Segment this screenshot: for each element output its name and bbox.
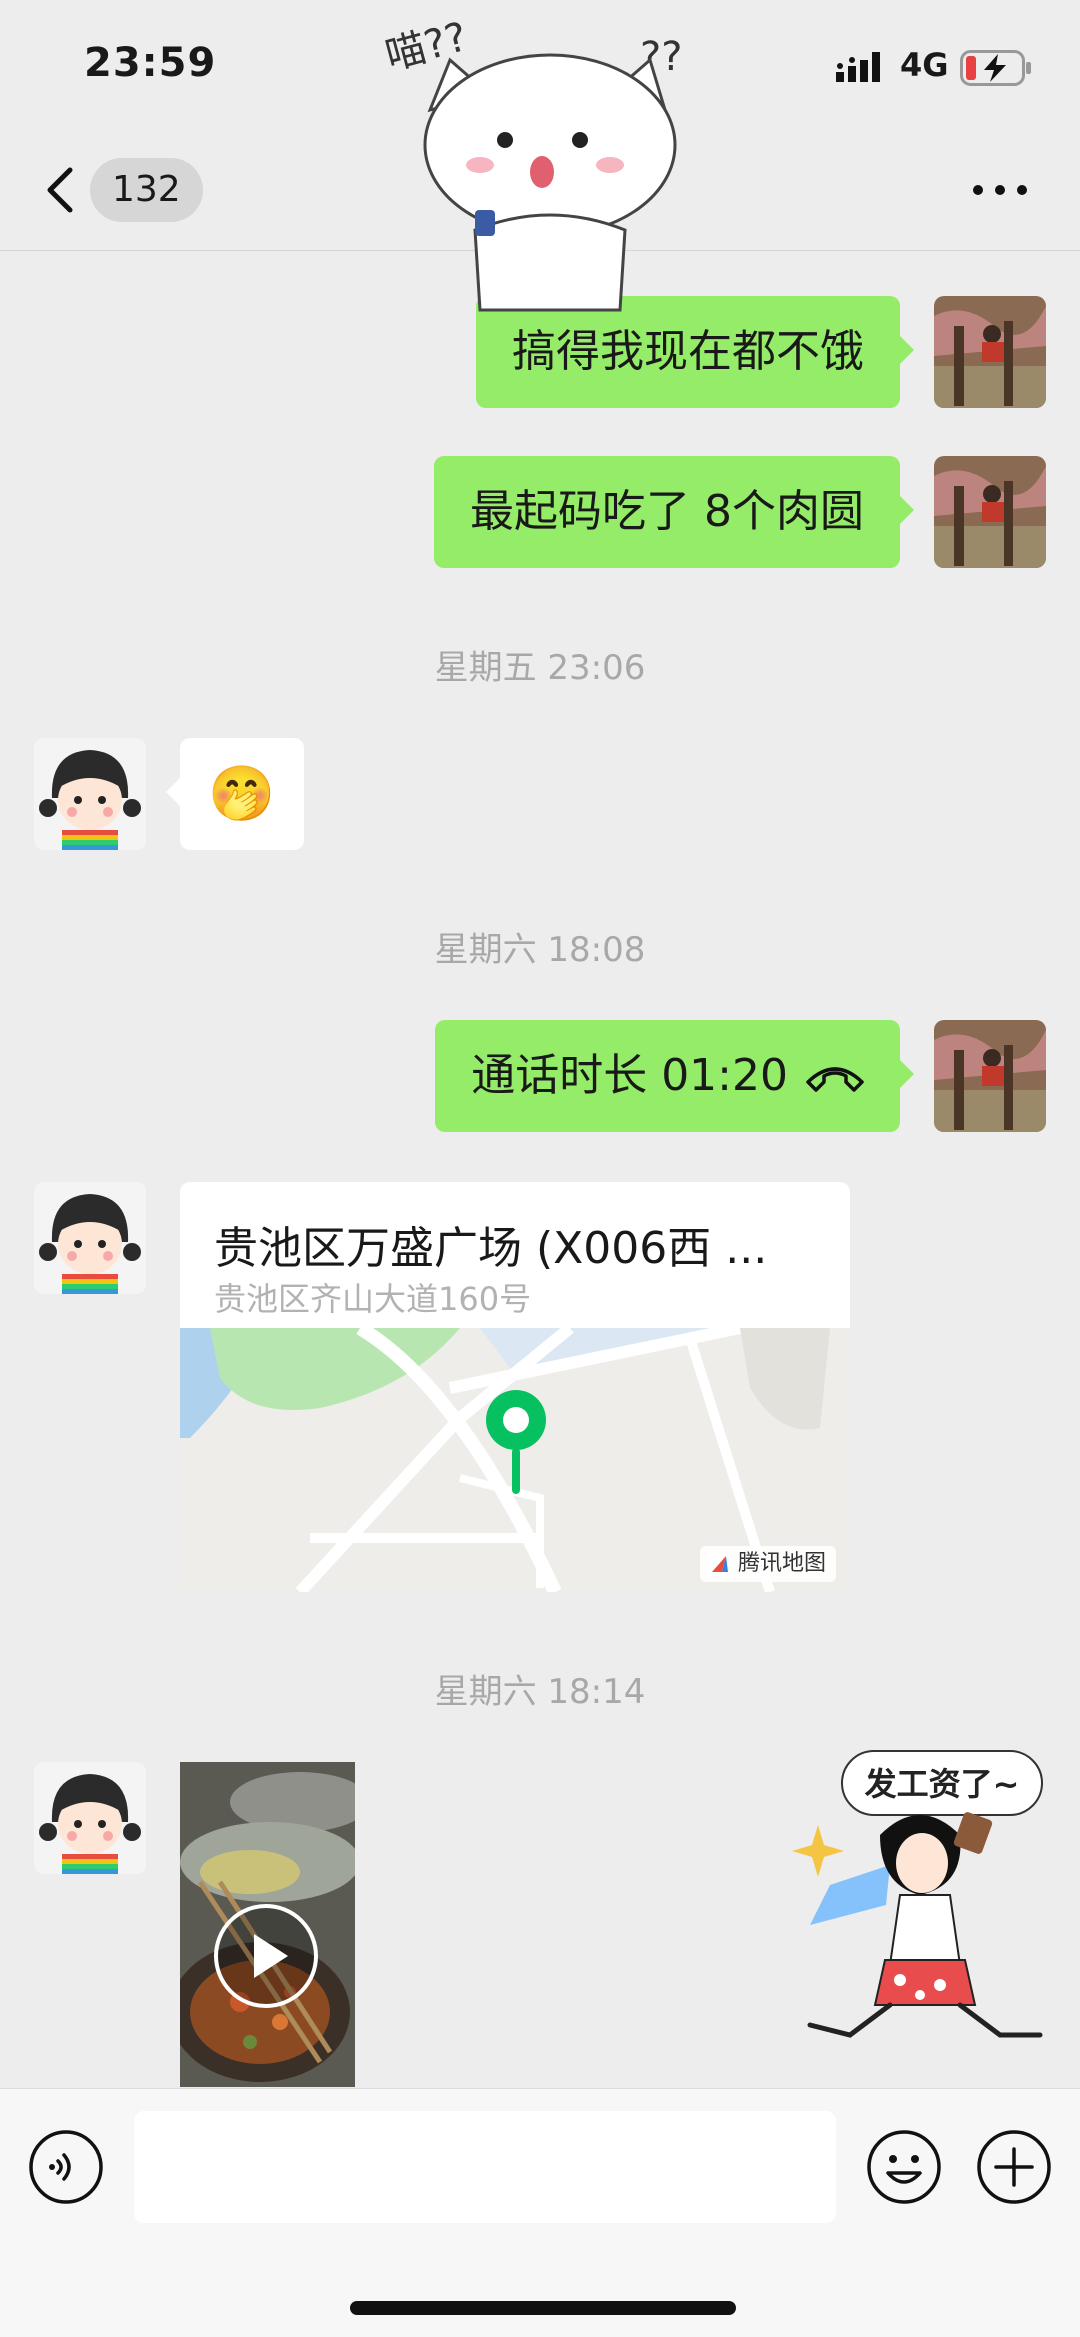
my-avatar[interactable] bbox=[934, 1020, 1046, 1132]
contact-avatar[interactable] bbox=[34, 1762, 146, 1874]
tencent-map-icon bbox=[707, 1552, 732, 1576]
my-avatar[interactable] bbox=[934, 456, 1046, 568]
location-title: 贵池区万盛广场 (X006西 ... bbox=[214, 1223, 768, 1274]
play-icon[interactable] bbox=[212, 1902, 320, 2010]
message-timestamp: 星期六 18:08 bbox=[434, 930, 646, 970]
network-type: 4G bbox=[900, 46, 949, 84]
location-pin-icon bbox=[486, 1390, 546, 1494]
home-indicator[interactable] bbox=[350, 2301, 736, 2315]
location-message-card[interactable]: 贵池区万盛广场 (X006西 ... 贵池区齐山大道160号 腾讯地图 bbox=[180, 1182, 850, 1592]
my-avatar[interactable] bbox=[934, 296, 1046, 408]
video-message[interactable] bbox=[180, 1762, 355, 2087]
emoji-message[interactable]: 🤭 bbox=[166, 738, 304, 850]
call-record-bubble[interactable]: 通话时长 01:20 bbox=[435, 1020, 914, 1132]
message-timestamp: 星期六 18:14 bbox=[434, 1672, 646, 1712]
sticker-message[interactable]: 发工资了~ bbox=[790, 1735, 1060, 2055]
contact-avatar[interactable] bbox=[34, 1182, 146, 1294]
location-address: 贵池区齐山大道160号 bbox=[214, 1280, 532, 1318]
back-icon[interactable] bbox=[40, 164, 80, 216]
unread-count-badge[interactable]: 132 bbox=[90, 158, 203, 222]
more-options-icon[interactable] bbox=[970, 170, 1030, 210]
signal-icon bbox=[836, 52, 880, 82]
phone-hangup-icon bbox=[806, 1067, 864, 1092]
emoji-icon[interactable] bbox=[866, 2129, 942, 2205]
sticker-caption: 发工资了~ bbox=[865, 1765, 1020, 1803]
battery-icon bbox=[960, 50, 1031, 86]
map-provider-text: 腾讯地图 bbox=[737, 1551, 826, 1576]
message-bubble-out[interactable]: 最起码吃了 8个肉圆 bbox=[434, 456, 914, 568]
cat-sticker: 喵?? ?? bbox=[381, 14, 682, 312]
add-more-icon[interactable] bbox=[976, 2129, 1052, 2205]
message-timestamp: 星期五 23:06 bbox=[434, 648, 646, 688]
message-input[interactable] bbox=[134, 2111, 836, 2223]
chat-input-bar bbox=[0, 2088, 1080, 2337]
status-time: 23:59 bbox=[84, 40, 217, 86]
call-duration-text: 通话时长 01:20 bbox=[471, 1050, 788, 1101]
contact-avatar[interactable] bbox=[34, 738, 146, 850]
voice-input-icon[interactable] bbox=[28, 2129, 104, 2205]
map-provider-label: 腾讯地图 bbox=[699, 1546, 836, 1582]
